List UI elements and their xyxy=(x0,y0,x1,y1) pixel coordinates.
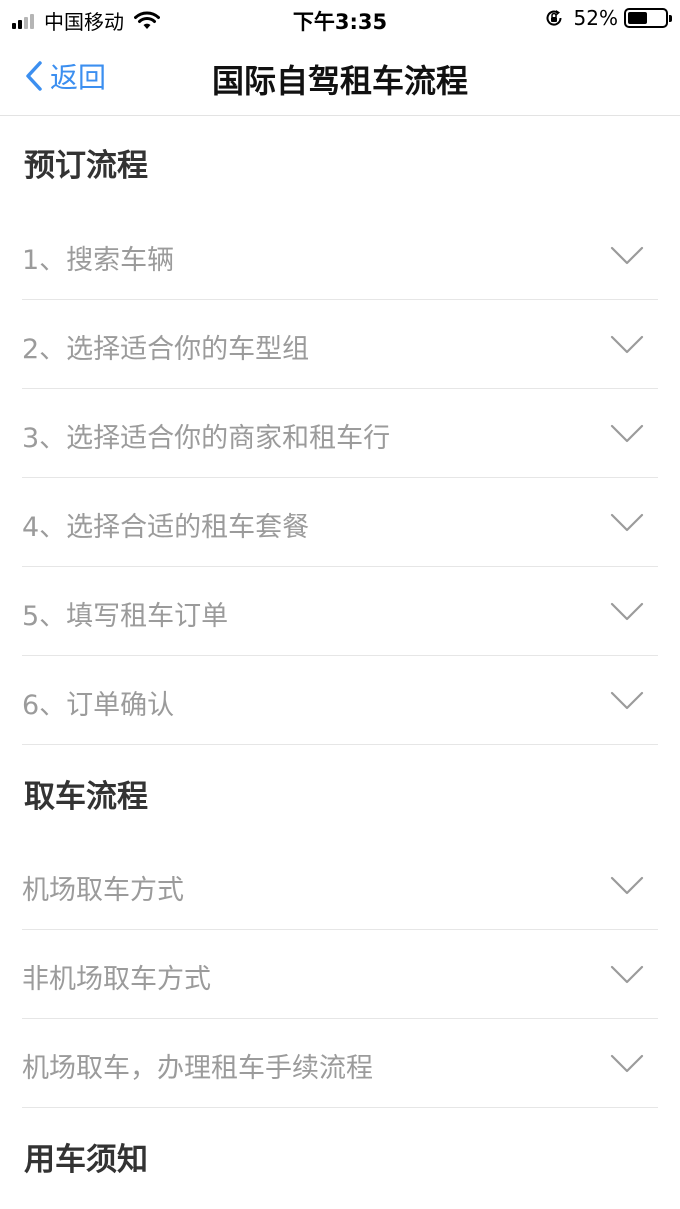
list-item-label: 5、填写租车订单 xyxy=(22,601,229,632)
chevron-down-icon xyxy=(610,424,644,443)
battery-fill xyxy=(628,12,647,24)
section-header-booking: 预订流程 xyxy=(24,148,148,184)
chevron-down-icon xyxy=(610,602,644,621)
list-item[interactable]: 机场取车方式 xyxy=(22,842,658,930)
rotation-lock-icon xyxy=(546,10,562,26)
chevron-down-icon xyxy=(610,1054,644,1073)
list-item-label: 1、搜索车辆 xyxy=(22,245,175,276)
list-item[interactable]: 非机场取车方式 xyxy=(22,931,658,1019)
chevron-down-icon xyxy=(610,246,644,265)
list-item[interactable]: 1、搜索车辆 xyxy=(22,212,658,300)
battery-tip xyxy=(669,15,672,22)
status-right: 52% xyxy=(544,6,672,30)
page-title: 国际自驾租车流程 xyxy=(211,62,468,100)
list-item[interactable]: 2、选择适合你的车型组 xyxy=(22,301,658,389)
battery-icon xyxy=(624,8,672,28)
page: 中国移动 下午3:35 52% 返回 国际自驾租车流程 预订流程 1、搜索车辆 … xyxy=(0,0,680,1209)
list-item-label: 4、选择合适的租车套餐 xyxy=(22,512,310,543)
chevron-down-icon xyxy=(610,965,644,984)
chevron-down-icon xyxy=(610,691,644,710)
list-item[interactable]: 5、填写租车订单 xyxy=(22,568,658,656)
list-item-label: 3、选择适合你的商家和租车行 xyxy=(22,423,391,454)
status-bar: 中国移动 下午3:35 52% xyxy=(0,0,680,36)
list-item-label: 6、订单确认 xyxy=(22,690,175,721)
chevron-down-icon xyxy=(610,876,644,895)
section-header-usage-notes: 用车须知 xyxy=(24,1142,148,1178)
list-item[interactable]: 机场取车，办理租车手续流程 xyxy=(22,1020,658,1108)
section-header-pickup: 取车流程 xyxy=(24,779,148,815)
nav-bar: 返回 国际自驾租车流程 xyxy=(0,36,680,116)
chevron-down-icon xyxy=(610,513,644,532)
list-item-label: 非机场取车方式 xyxy=(22,964,211,995)
battery-percent: 52% xyxy=(573,6,618,30)
list-item[interactable]: 4、选择合适的租车套餐 xyxy=(22,479,658,567)
chevron-down-icon xyxy=(610,335,644,354)
list-item[interactable]: 6、订单确认 xyxy=(22,657,658,745)
list-item-label: 机场取车方式 xyxy=(22,875,184,906)
list-item-label: 2、选择适合你的车型组 xyxy=(22,334,310,365)
list-item-label: 机场取车，办理租车手续流程 xyxy=(22,1053,373,1084)
list-item[interactable]: 3、选择适合你的商家和租车行 xyxy=(22,390,658,478)
